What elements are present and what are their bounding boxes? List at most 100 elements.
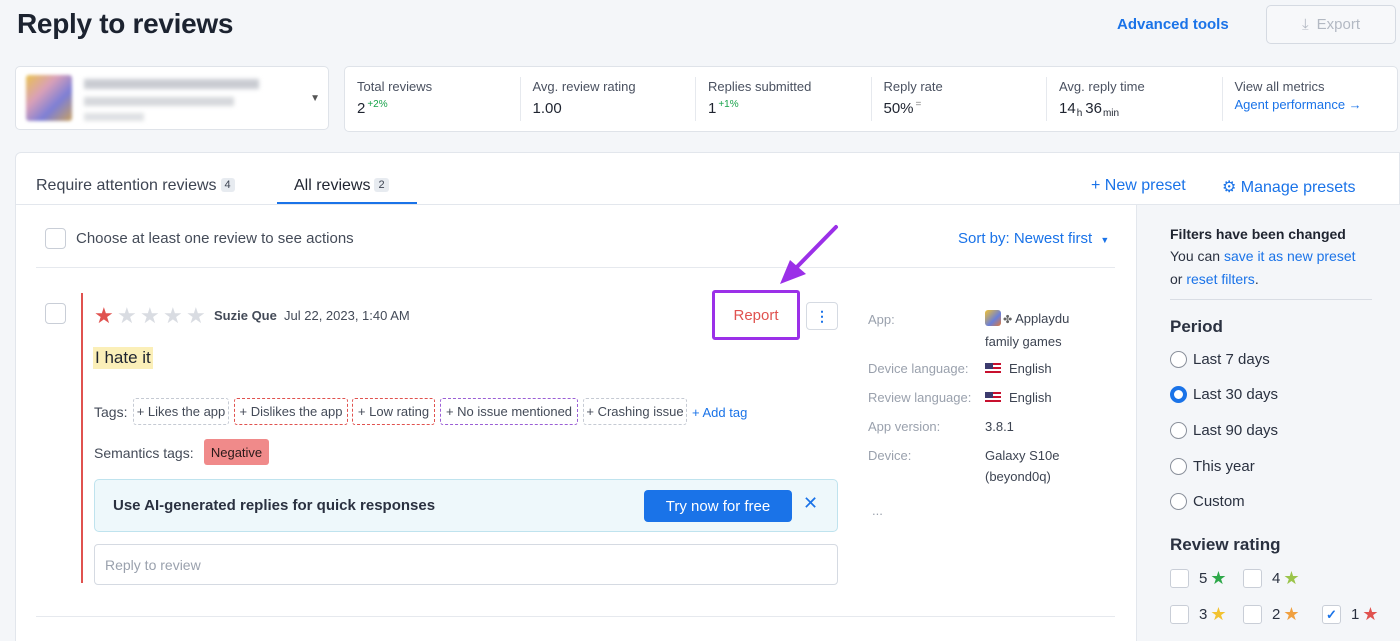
checkbox [1243,569,1262,588]
report-button[interactable]: Report [712,290,800,340]
period-option-label: Last 30 days [1193,386,1279,403]
tabs-row: Require attention reviews 4 All reviews 2 … [16,153,1399,205]
app-selector[interactable]: ▼ [15,66,329,130]
add-tag-link[interactable]: + Add tag [692,405,747,420]
period-title: Period [1170,317,1223,336]
metric-replies-submitted: Replies submitted 1 +1% [696,77,872,121]
rating-label: 3 [1199,606,1208,623]
period-option-last-7-days[interactable]: Last 7 days [1170,351,1270,368]
metric-minutes: 36 [1085,100,1102,117]
page-title: Reply to reviews [17,8,234,39]
rating-filter-3[interactable]: 3 ★ [1170,604,1226,625]
period-option-label: Last 7 days [1193,351,1270,368]
metric-label: Replies submitted [708,79,812,94]
save-preset-link[interactable]: save it as new preset [1224,248,1356,264]
us-flag-icon [985,363,1001,374]
rating-label: 2 [1272,606,1281,623]
close-icon[interactable]: ✕ [803,493,818,514]
download-icon: ⤓ [1302,16,1309,33]
metric-view-all: View all metrics Agent performance → [1223,77,1398,121]
manage-presets-label: Manage presets [1240,179,1356,196]
meta-more[interactable]: ... [872,503,883,518]
reset-filters-link[interactable]: reset filters [1186,271,1254,287]
rating-label: 1 [1351,606,1360,623]
filters-msg-or: or [1170,271,1187,287]
meta-device-code: (beyond0q) [985,469,1051,484]
review-checkbox[interactable] [45,303,66,324]
period-option-label: Custom [1193,493,1245,510]
period-option-this-year[interactable]: This year [1170,458,1255,475]
metric-label: Reply rate [883,79,943,94]
star-icon: ★ [94,303,114,328]
metric-label: Avg. reply time [1059,79,1145,94]
metric-avg-reply-time: Avg. reply time 14h 36min [1047,77,1223,121]
metric-minutes-unit: min [1102,108,1120,119]
rating-filter-4[interactable]: 4 ★ [1243,568,1299,589]
tab-all-reviews[interactable]: All reviews 2 [294,177,389,195]
meta-review-language-value: English [985,387,1052,408]
metric-delta: +2% [367,99,388,110]
divider [1170,299,1372,300]
tab-label: Require attention reviews [36,177,217,194]
reviews-card: Require attention reviews 4 All reviews 2 … [15,152,1400,641]
filters-msg-prefix: You can [1170,248,1224,264]
review-rating-title: Review rating [1170,535,1281,554]
metric-value: 1 [708,100,717,117]
gear-icon: ⚙ [1222,179,1237,196]
choose-review-hint: Choose at least one review to see action… [76,230,354,247]
select-all-checkbox[interactable] [45,228,66,249]
rating-filter-1[interactable]: ✓ 1 ★ [1322,604,1378,625]
checkbox [1243,605,1262,624]
star-icon: ★ [1283,568,1300,588]
period-option-custom[interactable]: Custom [1170,493,1245,510]
filters-changed-title: Filters have been changed [1170,226,1346,242]
tags-label: Tags: [94,404,128,420]
metric-delta: = [915,99,922,110]
meta-app-value: ✤ Applaydu family games [985,308,1069,352]
metrics-bar: Total reviews 2 +2% Avg. review rating 1.… [344,66,1398,132]
metric-delta: +1% [718,99,739,110]
manage-presets-link[interactable]: ⚙ Manage presets [1222,177,1356,197]
meta-review-language-text: English [1009,390,1052,405]
sort-dropdown[interactable]: Sort by: Newest first ▼ [958,230,1109,247]
filters-changed-message-2: or reset filters. [1170,271,1259,287]
new-preset-link[interactable]: + New preset [1091,177,1186,195]
rating-filter-2[interactable]: 2 ★ [1243,604,1299,625]
tag-no-issue-mentioned[interactable]: + No issue mentioned [440,398,578,425]
meta-app-version-label: App version: [868,419,941,434]
agent-performance-link[interactable]: Agent performance → [1235,97,1362,112]
ai-banner-text: Use AI-generated replies for quick respo… [113,497,436,514]
tag-low-rating[interactable]: + Low rating [352,398,435,425]
rating-filter-5[interactable]: 5 ★ [1170,568,1226,589]
metric-hours: 14 [1059,100,1076,117]
metric-avg-rating: Avg. review rating 1.00 [521,77,696,121]
filters-changed-message: You can save it as new preset [1170,248,1356,264]
more-options-icon[interactable]: ⋮ [806,302,838,330]
period-option-last-90-days[interactable]: Last 90 days [1170,422,1278,439]
star-icon: ★ [1362,604,1379,624]
tag-likes-the-app[interactable]: + Likes the app [133,398,229,425]
star-icon: ★ [1210,568,1227,588]
rating-label: 5 [1199,570,1208,587]
meta-app-name-2: family games [985,334,1062,349]
metric-value: 2 [357,100,366,117]
tag-dislikes-the-app[interactable]: + Dislikes the app [234,398,348,425]
try-now-button[interactable]: Try now for free [644,490,792,522]
tag-crashing-issue[interactable]: + Crashing issue [583,398,687,425]
export-button[interactable]: ⤓ Export [1266,5,1396,44]
divider [36,267,1115,268]
meta-device-language-label: Device language: [868,361,969,376]
advanced-tools-link[interactable]: Advanced tools [1117,16,1229,33]
period-option-last-30-days[interactable]: Last 30 days [1170,386,1278,403]
tab-require-attention[interactable]: Require attention reviews 4 [36,177,235,195]
metric-label: Total reviews [357,79,433,94]
chevron-down-icon: ▼ [310,93,320,104]
reply-input[interactable] [94,544,838,585]
filters-msg-end: . [1254,271,1259,287]
negative-indicator-bar [81,293,83,583]
star-icon: ★ [140,303,160,328]
metric-value: 1.00 [532,100,562,117]
app-icon [985,310,1001,326]
star-icon: ★ [1210,604,1227,624]
us-flag-icon [985,392,1001,403]
